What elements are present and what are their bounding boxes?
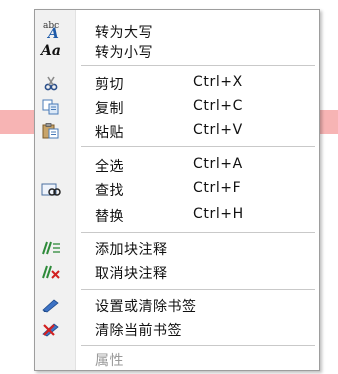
paste-icon <box>41 122 61 140</box>
lowercase-aa-icon: Aa <box>41 43 61 59</box>
menu-item-select-all[interactable]: 全选 Ctrl+A <box>35 153 319 177</box>
menu-item-label: 查找 <box>95 183 124 199</box>
menu-item-label: 粘贴 <box>95 125 124 141</box>
context-menu: abc A 转为大写 Aa 转为小写 剪切 Ctrl+X 复制 Ctrl+C 粘… <box>34 9 320 371</box>
menu-item-paste[interactable]: 粘贴 Ctrl+V <box>35 119 319 143</box>
add-block-comment-icon <box>41 239 61 257</box>
menu-item-replace[interactable]: 替换 Ctrl+H <box>35 203 319 227</box>
menu-item-shortcut: Ctrl+F <box>193 180 242 196</box>
menu-item-lowercase[interactable]: Aa 转为小写 <box>35 39 319 63</box>
scissors-icon <box>41 74 61 92</box>
menu-item-label: 转为小写 <box>95 45 153 61</box>
uppercase-abc-icon: abc A <box>43 21 60 42</box>
menu-item-label: 取消块注释 <box>95 266 168 282</box>
menu-item-properties: 属性 <box>35 347 319 371</box>
find-icon <box>41 180 61 198</box>
copy-icon <box>41 98 61 116</box>
menu-item-label: 替换 <box>95 209 124 225</box>
menu-separator <box>81 65 315 66</box>
menu-separator <box>81 146 315 147</box>
toggle-bookmark-icon <box>41 296 61 314</box>
remove-block-comment-icon <box>41 263 61 281</box>
menu-item-label: 全选 <box>95 159 124 175</box>
menu-separator <box>81 345 315 346</box>
menu-separator <box>81 232 315 233</box>
menu-item-find[interactable]: 查找 Ctrl+F <box>35 177 319 201</box>
clear-bookmark-icon <box>41 320 61 338</box>
menu-item-cut[interactable]: 剪切 Ctrl+X <box>35 71 319 95</box>
menu-item-label: 复制 <box>95 101 124 117</box>
menu-item-copy[interactable]: 复制 Ctrl+C <box>35 95 319 119</box>
menu-item-label: 清除当前书签 <box>95 323 182 339</box>
menu-separator <box>81 289 315 290</box>
menu-item-shortcut: Ctrl+C <box>193 98 244 114</box>
menu-item-shortcut: Ctrl+V <box>193 122 243 138</box>
menu-item-toggle-bookmark[interactable]: 设置或清除书签 <box>35 293 319 317</box>
menu-item-label: 属性 <box>95 353 124 369</box>
menu-item-shortcut: Ctrl+X <box>193 74 243 90</box>
menu-item-label: 设置或清除书签 <box>95 299 197 315</box>
menu-item-shortcut: Ctrl+H <box>193 206 244 222</box>
menu-item-remove-block-comment[interactable]: 取消块注释 <box>35 260 319 284</box>
menu-item-label: 添加块注释 <box>95 242 168 258</box>
menu-item-shortcut: Ctrl+A <box>193 156 243 172</box>
menu-item-label: 剪切 <box>95 77 124 93</box>
menu-item-add-block-comment[interactable]: 添加块注释 <box>35 236 319 260</box>
menu-item-clear-bookmark[interactable]: 清除当前书签 <box>35 317 319 341</box>
